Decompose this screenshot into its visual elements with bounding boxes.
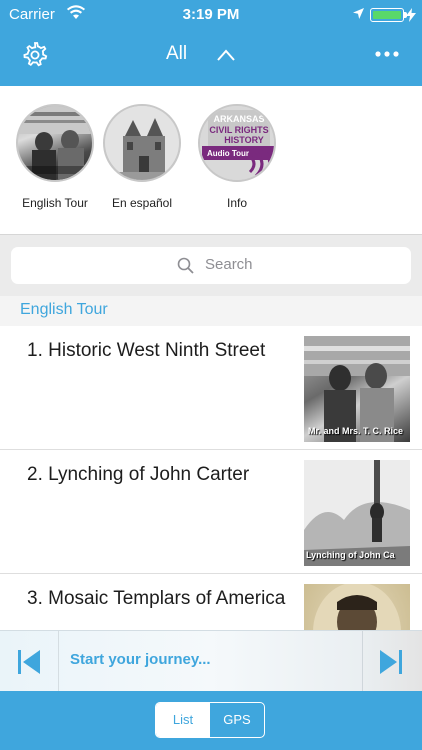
search-icon xyxy=(177,257,194,274)
list-item-thumbnail: Lynching of John Ca xyxy=(304,460,410,566)
status-bar: Carrier 3:19 PM xyxy=(0,0,422,30)
section-title: English Tour xyxy=(20,301,108,318)
battery-icon xyxy=(370,8,407,22)
chevron-up-icon[interactable] xyxy=(216,48,236,62)
more-icon[interactable] xyxy=(374,50,400,58)
charging-bolt-icon xyxy=(406,8,416,22)
search-area: Search xyxy=(0,234,422,296)
battery-level xyxy=(373,11,401,19)
section-header: English Tour xyxy=(0,296,422,326)
thumbnail-caption: Lynching of John Ca xyxy=(306,550,395,560)
list-item[interactable]: 1. Historic West Ninth Street Mr. and Mr… xyxy=(0,326,422,450)
next-track-icon[interactable] xyxy=(378,649,404,675)
tour-english-image xyxy=(16,104,94,182)
search-input[interactable]: Search xyxy=(11,247,411,284)
nav-title[interactable]: All xyxy=(166,43,187,65)
list-item[interactable]: 2. Lynching of John Carter Lynching of J… xyxy=(0,450,422,574)
search-placeholder: Search xyxy=(205,256,253,273)
tour-espanol-image xyxy=(103,104,181,182)
segment-list[interactable]: List xyxy=(156,703,210,737)
building-illustration xyxy=(105,106,179,180)
top-bar: Carrier 3:19 PM All xyxy=(0,0,422,86)
tour-info[interactable]: ARKANSAS CIVIL RIGHTS HISTORY Audio Tour… xyxy=(182,104,292,210)
thumbnail-caption: Mr. and Mrs. T. C. Rice xyxy=(308,426,404,436)
tour-selector: English Tour En español ARKANSAS CIVIL R xyxy=(0,86,422,234)
tour-espanol-label: En español xyxy=(111,196,173,210)
tour-espanol[interactable]: En español xyxy=(87,104,197,210)
photo-illustration xyxy=(18,106,92,180)
arkansas-civil-rights-logo: ARKANSAS CIVIL RIGHTS HISTORY Audio Tour xyxy=(200,106,274,180)
logo-line4: Audio Tour xyxy=(207,149,249,158)
list-item-thumbnail: Mr. and Mrs. T. C. Rice xyxy=(304,336,410,442)
tour-info-image: ARKANSAS CIVIL RIGHTS HISTORY Audio Tour xyxy=(198,104,276,182)
logo-line1: ARKANSAS xyxy=(213,114,264,124)
start-journey-label[interactable]: Start your journey... xyxy=(70,651,211,668)
list-item-title: 1. Historic West Ninth Street xyxy=(27,340,266,361)
bottom-toolbar: List GPS xyxy=(0,691,422,750)
view-mode-segmented-control: List GPS xyxy=(155,702,265,738)
divider xyxy=(362,631,363,692)
logo-line2: CIVIL RIGHTS xyxy=(209,125,268,135)
audio-player-bar: Start your journey... xyxy=(0,630,422,692)
list-item-title: 2. Lynching of John Carter xyxy=(27,464,250,485)
tour-info-label: Info xyxy=(226,196,247,210)
previous-track-icon[interactable] xyxy=(16,649,42,675)
divider xyxy=(58,631,59,692)
gear-icon[interactable] xyxy=(20,40,50,70)
segment-gps[interactable]: GPS xyxy=(210,703,264,737)
list-item-title: 3. Mosaic Templars of America xyxy=(27,588,286,609)
location-arrow-icon xyxy=(353,8,364,19)
logo-line3: HISTORY xyxy=(224,135,264,145)
